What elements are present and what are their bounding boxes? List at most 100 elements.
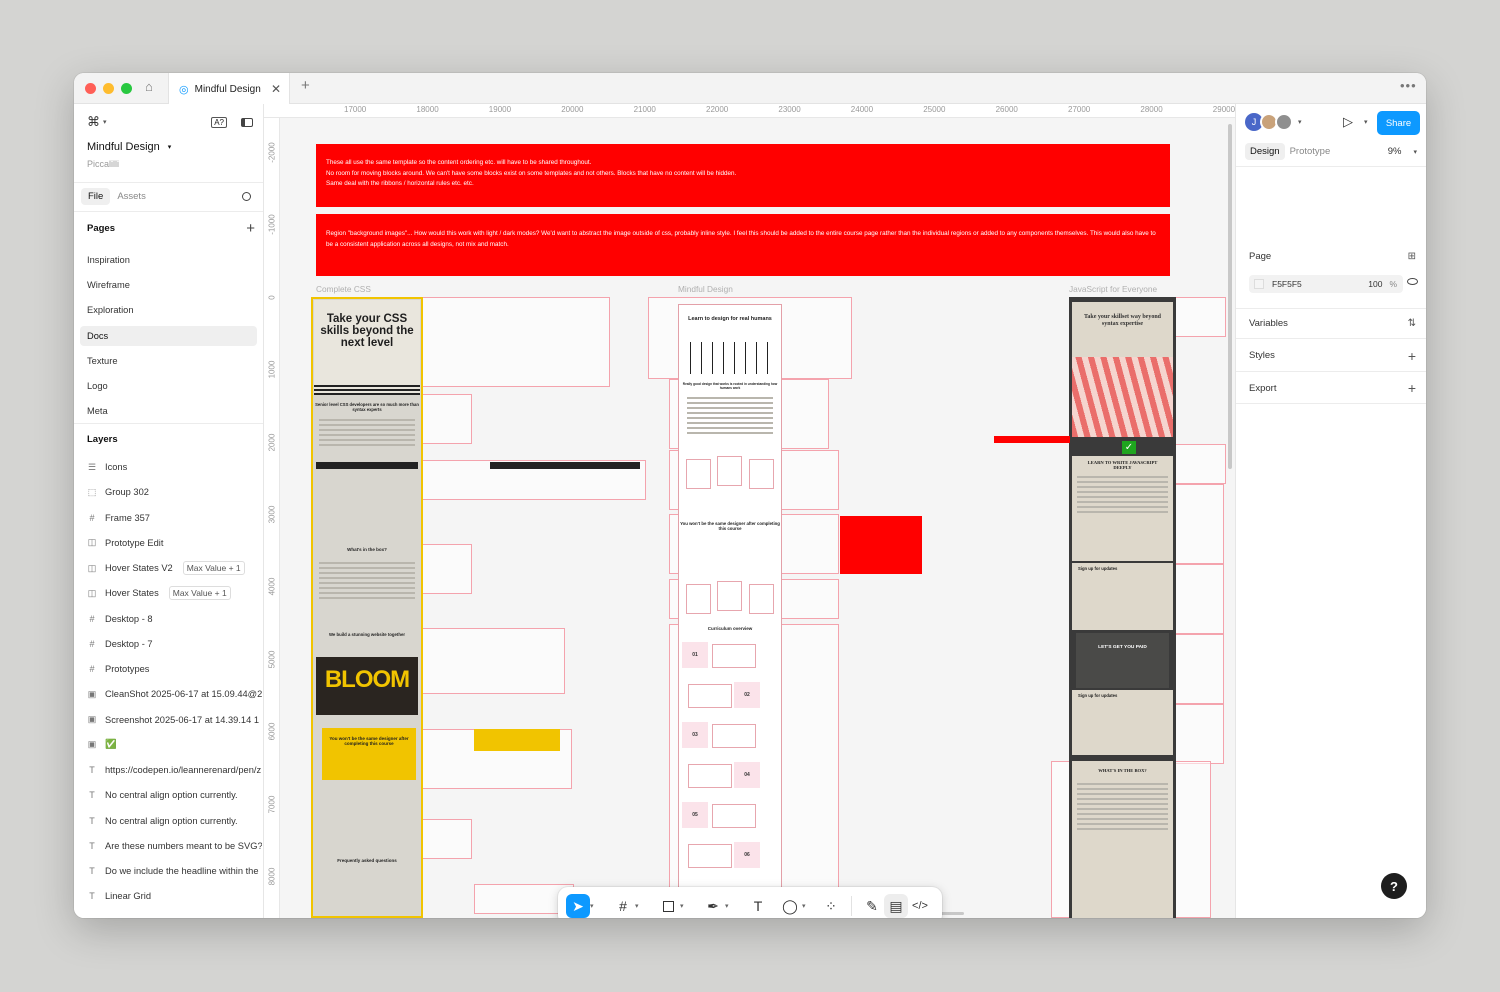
annotation-note-2[interactable]: Region "background images"... How would …	[316, 214, 1170, 276]
tab-file[interactable]: File	[81, 187, 111, 205]
ai-icon[interactable]: A?	[211, 116, 227, 128]
zoom-level[interactable]: 9%	[1388, 146, 1402, 157]
layer-item[interactable]: ☰ Icons	[87, 457, 262, 477]
layer-item[interactable]: ▣ ✅	[87, 735, 262, 755]
maximize-window-button[interactable]	[121, 83, 132, 94]
frame-tool-icon[interactable]: #	[611, 894, 635, 918]
layer-item[interactable]: ◫ Hover States Max Value + 1	[87, 583, 262, 603]
chevron-down-icon[interactable]: ▾	[1298, 118, 1302, 126]
layer-label: Hover States	[105, 588, 159, 599]
background-opacity[interactable]: 100	[1368, 279, 1382, 289]
page-item-logo[interactable]: Logo	[80, 376, 257, 396]
dev-mode-icon[interactable]: </>	[908, 894, 932, 918]
design-mode-icon[interactable]: ▤	[884, 894, 908, 918]
file-name[interactable]: Mindful Design	[87, 141, 160, 153]
layer-item[interactable]: ▣ CleanShot 2025-06-17 at 15.09.44@2	[87, 684, 262, 704]
chevron-down-icon[interactable]: ▾	[680, 902, 691, 910]
section-variables[interactable]: Variables ⇅	[1249, 313, 1416, 333]
ruler-label: 23000	[778, 105, 801, 114]
page-section-header: Page ⊞	[1249, 246, 1416, 266]
layer-item[interactable]: # Frame 357	[87, 508, 262, 528]
help-button[interactable]: ?	[1381, 873, 1407, 899]
chevron-down-icon[interactable]: ▾	[725, 902, 736, 910]
avatar[interactable]	[1275, 113, 1293, 131]
css-senior-heading: Senior level CSS developers are so much …	[315, 402, 419, 412]
move-tool-icon[interactable]: ➤	[566, 894, 590, 918]
page-item-wireframe[interactable]: Wireframe	[80, 275, 257, 295]
page-style-icon[interactable]: ⊞	[1408, 251, 1416, 262]
ruler-label: 27000	[1068, 105, 1091, 114]
curriculum-number: 02	[734, 682, 760, 708]
page-item-meta[interactable]: Meta	[80, 401, 257, 421]
layer-item[interactable]: # Desktop - 8	[87, 609, 262, 629]
text-tool-icon[interactable]: T	[746, 894, 770, 918]
page-item-texture[interactable]: Texture	[80, 351, 257, 371]
layer-item[interactable]: ◫ Prototype Edit	[87, 533, 262, 553]
present-icon[interactable]: ▷	[1343, 114, 1353, 130]
layer-item[interactable]: T No central align option currently.	[87, 785, 262, 805]
layer-item[interactable]: ▣ Screenshot 2025-06-17 at 14.39.14 1	[87, 710, 262, 730]
annotation-note-1[interactable]: These all use the same template so the c…	[316, 144, 1170, 207]
app-window: ⌂ ◎ Mindful Design ✕ + ••• ⌘ ▾ A? Mindfu…	[74, 73, 1426, 918]
vertical-scrollbar[interactable]	[1228, 124, 1232, 469]
component-icon: ◫	[87, 537, 97, 548]
add-icon[interactable]: +	[1408, 380, 1416, 396]
tab-prototype[interactable]: Prototype	[1285, 143, 1336, 160]
comment-tool-icon[interactable]: ◯	[778, 894, 802, 918]
share-button[interactable]: Share	[1377, 111, 1420, 135]
page-item-docs[interactable]: Docs	[80, 325, 257, 346]
variables-icon[interactable]: ⇅	[1408, 318, 1416, 329]
red-annotation-block[interactable]	[840, 516, 922, 574]
page-background-field[interactable]: F5F5F5 100 %	[1249, 275, 1403, 293]
add-page-icon[interactable]: +	[246, 220, 255, 237]
layer-item[interactable]: # Prototypes	[87, 659, 262, 679]
team-name[interactable]: Piccalilli	[87, 154, 255, 174]
section-export[interactable]: Export +	[1249, 378, 1416, 398]
tab-assets[interactable]: Assets	[110, 188, 153, 205]
layer-item[interactable]: T Do we include the headline within the	[87, 861, 262, 881]
more-options-icon[interactable]: •••	[1400, 78, 1417, 93]
tab-mindful-design[interactable]: ◎ Mindful Design ✕	[168, 73, 290, 105]
section-styles[interactable]: Styles +	[1249, 346, 1416, 366]
tab-design[interactable]: Design	[1245, 143, 1285, 160]
chevron-down-icon[interactable]: ▾	[802, 902, 813, 910]
background-hex[interactable]: F5F5F5	[1272, 279, 1302, 289]
chevron-down-icon[interactable]: ▾	[635, 902, 646, 910]
minimize-window-button[interactable]	[103, 83, 114, 94]
add-icon[interactable]: +	[1408, 348, 1416, 364]
color-swatch[interactable]	[1254, 279, 1264, 289]
chevron-down-icon[interactable]: ▾	[1413, 148, 1417, 156]
home-icon[interactable]: ⌂	[145, 79, 153, 94]
chevron-down-icon[interactable]: ▾	[1364, 118, 1368, 126]
new-tab-icon[interactable]: +	[301, 77, 310, 94]
layer-item[interactable]: T Are these numbers meant to be SVG?	[87, 836, 262, 856]
draw-mode-icon[interactable]: ✎	[860, 894, 884, 918]
main-menu[interactable]: ⌘ ▾ A?	[87, 112, 255, 132]
text-icon: T	[89, 840, 95, 851]
frame-label-mindful-design[interactable]: Mindful Design	[678, 284, 733, 294]
curriculum-number: 03	[682, 722, 708, 748]
layer-item[interactable]: # Desktop - 7	[87, 634, 262, 654]
layer-item[interactable]: T Linear Grid	[87, 886, 262, 906]
page-item-inspiration[interactable]: Inspiration	[80, 250, 257, 270]
visibility-eye-icon[interactable]	[1407, 278, 1418, 285]
layer-item[interactable]: T No central align option currently.	[87, 811, 262, 831]
frame-label-complete-css[interactable]: Complete CSS	[316, 284, 371, 294]
actions-icon[interactable]: ⁘	[819, 894, 843, 918]
red-note-strip[interactable]	[994, 436, 1070, 443]
close-window-button[interactable]	[85, 83, 96, 94]
layer-item[interactable]: ⬚ Group 302	[87, 482, 262, 502]
pen-tool-icon[interactable]: ✒	[701, 894, 725, 918]
frame-label-javascript[interactable]: JavaScript for Everyone	[1069, 284, 1157, 294]
layer-item[interactable]: ◫ Hover States V2 Max Value + 1	[87, 558, 262, 578]
figma-menu-icon[interactable]: ⌘	[87, 114, 100, 130]
sidebar-toggle-icon[interactable]	[241, 117, 253, 127]
close-tab-icon[interactable]: ✕	[271, 82, 281, 96]
canvas[interactable]: 17000 18000 19000 20000 21000 22000 23000 24000…	[264, 104, 1235, 918]
collaborators[interactable]: J ▾	[1245, 113, 1302, 131]
page-item-exploration[interactable]: Exploration	[80, 300, 257, 320]
chevron-down-icon[interactable]: ▾	[590, 902, 601, 910]
search-icon[interactable]	[242, 191, 251, 201]
rectangle-tool-icon[interactable]	[656, 894, 680, 918]
layer-item[interactable]: Thttps://codepen.io/leannerenard/pen/z	[87, 760, 262, 780]
